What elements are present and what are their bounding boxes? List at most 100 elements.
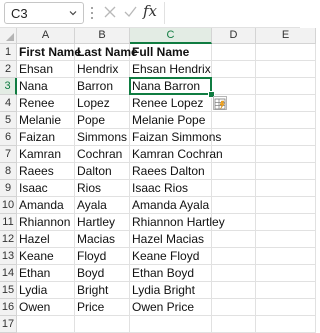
cell-a17[interactable]	[17, 316, 75, 333]
cell-c13[interactable]: Keane Floyd	[130, 248, 212, 265]
more-options-icon[interactable]	[90, 6, 94, 20]
cell-e8[interactable]	[256, 163, 316, 180]
cell-a3[interactable]: Nana	[17, 78, 75, 95]
cell-e3[interactable]	[256, 78, 316, 95]
cell-b15[interactable]: Bright	[75, 282, 130, 299]
select-all-corner[interactable]	[0, 28, 17, 44]
cell-d17[interactable]	[212, 316, 256, 333]
cell-c3[interactable]: Nana Barron	[130, 78, 212, 95]
name-box[interactable]: C3	[4, 2, 84, 24]
cell-b16[interactable]: Price	[75, 299, 130, 316]
cell-c10[interactable]: Amanda Ayala	[130, 197, 212, 214]
cell-e4[interactable]	[256, 95, 316, 112]
cell-d15[interactable]	[212, 282, 256, 299]
row-header-13[interactable]: 13	[0, 248, 17, 265]
cell-c1[interactable]: Full Name	[130, 44, 212, 61]
cell-b2[interactable]: Hendrix	[75, 61, 130, 78]
cell-d7[interactable]	[212, 146, 256, 163]
insert-function-button[interactable]: fx	[143, 2, 157, 20]
cell-d9[interactable]	[212, 180, 256, 197]
cell-d14[interactable]	[212, 265, 256, 282]
cell-a10[interactable]: Amanda	[17, 197, 75, 214]
cell-e10[interactable]	[256, 197, 316, 214]
cell-b6[interactable]: Simmons	[75, 129, 130, 146]
cell-d16[interactable]	[212, 299, 256, 316]
cell-c17[interactable]	[130, 316, 212, 333]
column-header-c[interactable]: C	[130, 28, 212, 44]
cell-e16[interactable]	[256, 299, 316, 316]
cell-c9[interactable]: Isaac Rios	[130, 180, 212, 197]
row-header-9[interactable]: 9	[0, 180, 17, 197]
cell-c5[interactable]: Melanie Pope	[130, 112, 212, 129]
cell-a13[interactable]: Keane	[17, 248, 75, 265]
cell-e12[interactable]	[256, 231, 316, 248]
cell-b11[interactable]: Hartley	[75, 214, 130, 231]
cell-c4[interactable]: Renee Lopez	[130, 95, 212, 112]
row-header-8[interactable]: 8	[0, 163, 17, 180]
cell-e11[interactable]	[256, 214, 316, 231]
row-header-2[interactable]: 2	[0, 61, 17, 78]
cell-e15[interactable]	[256, 282, 316, 299]
cell-d10[interactable]	[212, 197, 256, 214]
row-header-17[interactable]: 17	[0, 316, 17, 333]
cell-a11[interactable]: Rhiannon	[17, 214, 75, 231]
cell-e7[interactable]	[256, 146, 316, 163]
cell-c12[interactable]: Hazel Macias	[130, 231, 212, 248]
row-header-16[interactable]: 16	[0, 299, 17, 316]
cell-d11[interactable]	[212, 214, 256, 231]
cell-a16[interactable]: Owen	[17, 299, 75, 316]
cell-b9[interactable]: Rios	[75, 180, 130, 197]
cell-c11[interactable]: Rhiannon Hartley	[130, 214, 225, 231]
cell-e13[interactable]	[256, 248, 316, 265]
column-header-d[interactable]: D	[212, 28, 256, 44]
cell-d8[interactable]	[212, 163, 256, 180]
column-header-a[interactable]: A	[17, 28, 75, 44]
formula-input[interactable]	[164, 2, 301, 24]
cell-a14[interactable]: Ethan	[17, 265, 75, 282]
cell-c2[interactable]: Ehsan Hendrix	[130, 61, 212, 78]
cell-e6[interactable]	[256, 129, 316, 146]
cell-a6[interactable]: Faizan	[17, 129, 75, 146]
cell-b1[interactable]: Last Name	[75, 44, 138, 61]
cell-a7[interactable]: Kamran	[17, 146, 75, 163]
cell-a15[interactable]: Lydia	[17, 282, 75, 299]
cell-c6[interactable]: Faizan Simmons	[130, 129, 221, 146]
cell-a1[interactable]: First Name	[17, 44, 81, 61]
cell-d12[interactable]	[212, 231, 256, 248]
row-header-12[interactable]: 12	[0, 231, 17, 248]
cell-b3[interactable]: Barron	[75, 78, 130, 95]
row-header-11[interactable]: 11	[0, 214, 17, 231]
cell-d3[interactable]	[212, 78, 256, 95]
cell-c8[interactable]: Raees Dalton	[130, 163, 212, 180]
cell-b10[interactable]: Ayala	[75, 197, 130, 214]
cell-d1[interactable]	[212, 44, 256, 61]
cell-b17[interactable]	[75, 316, 130, 333]
cell-e5[interactable]	[256, 112, 316, 129]
flash-fill-options-icon[interactable]	[213, 96, 227, 110]
row-header-7[interactable]: 7	[0, 146, 17, 163]
cell-a12[interactable]: Hazel	[17, 231, 75, 248]
cell-a8[interactable]: Raees	[17, 163, 75, 180]
column-header-b[interactable]: B	[75, 28, 130, 44]
cell-b12[interactable]: Macias	[75, 231, 130, 248]
enter-check-icon[interactable]	[124, 6, 137, 18]
cell-d6[interactable]	[212, 129, 256, 146]
cell-a2[interactable]: Ehsan	[17, 61, 75, 78]
cell-a5[interactable]: Melanie	[17, 112, 75, 129]
cancel-icon[interactable]	[104, 6, 116, 18]
cell-b14[interactable]: Boyd	[75, 265, 130, 282]
row-header-5[interactable]: 5	[0, 112, 17, 129]
cell-a4[interactable]: Renee	[17, 95, 75, 112]
column-header-e[interactable]: E	[256, 28, 316, 44]
row-header-15[interactable]: 15	[0, 282, 17, 299]
row-header-10[interactable]: 10	[0, 197, 17, 214]
row-header-14[interactable]: 14	[0, 265, 17, 282]
cell-b8[interactable]: Dalton	[75, 163, 130, 180]
chevron-down-icon[interactable]	[69, 9, 77, 17]
cell-a9[interactable]: Isaac	[17, 180, 75, 197]
row-header-3[interactable]: 3	[0, 78, 17, 95]
cell-c7[interactable]: Kamran Cochran	[130, 146, 223, 163]
cell-b13[interactable]: Floyd	[75, 248, 130, 265]
cell-b5[interactable]: Pope	[75, 112, 130, 129]
cell-d2[interactable]	[212, 61, 256, 78]
